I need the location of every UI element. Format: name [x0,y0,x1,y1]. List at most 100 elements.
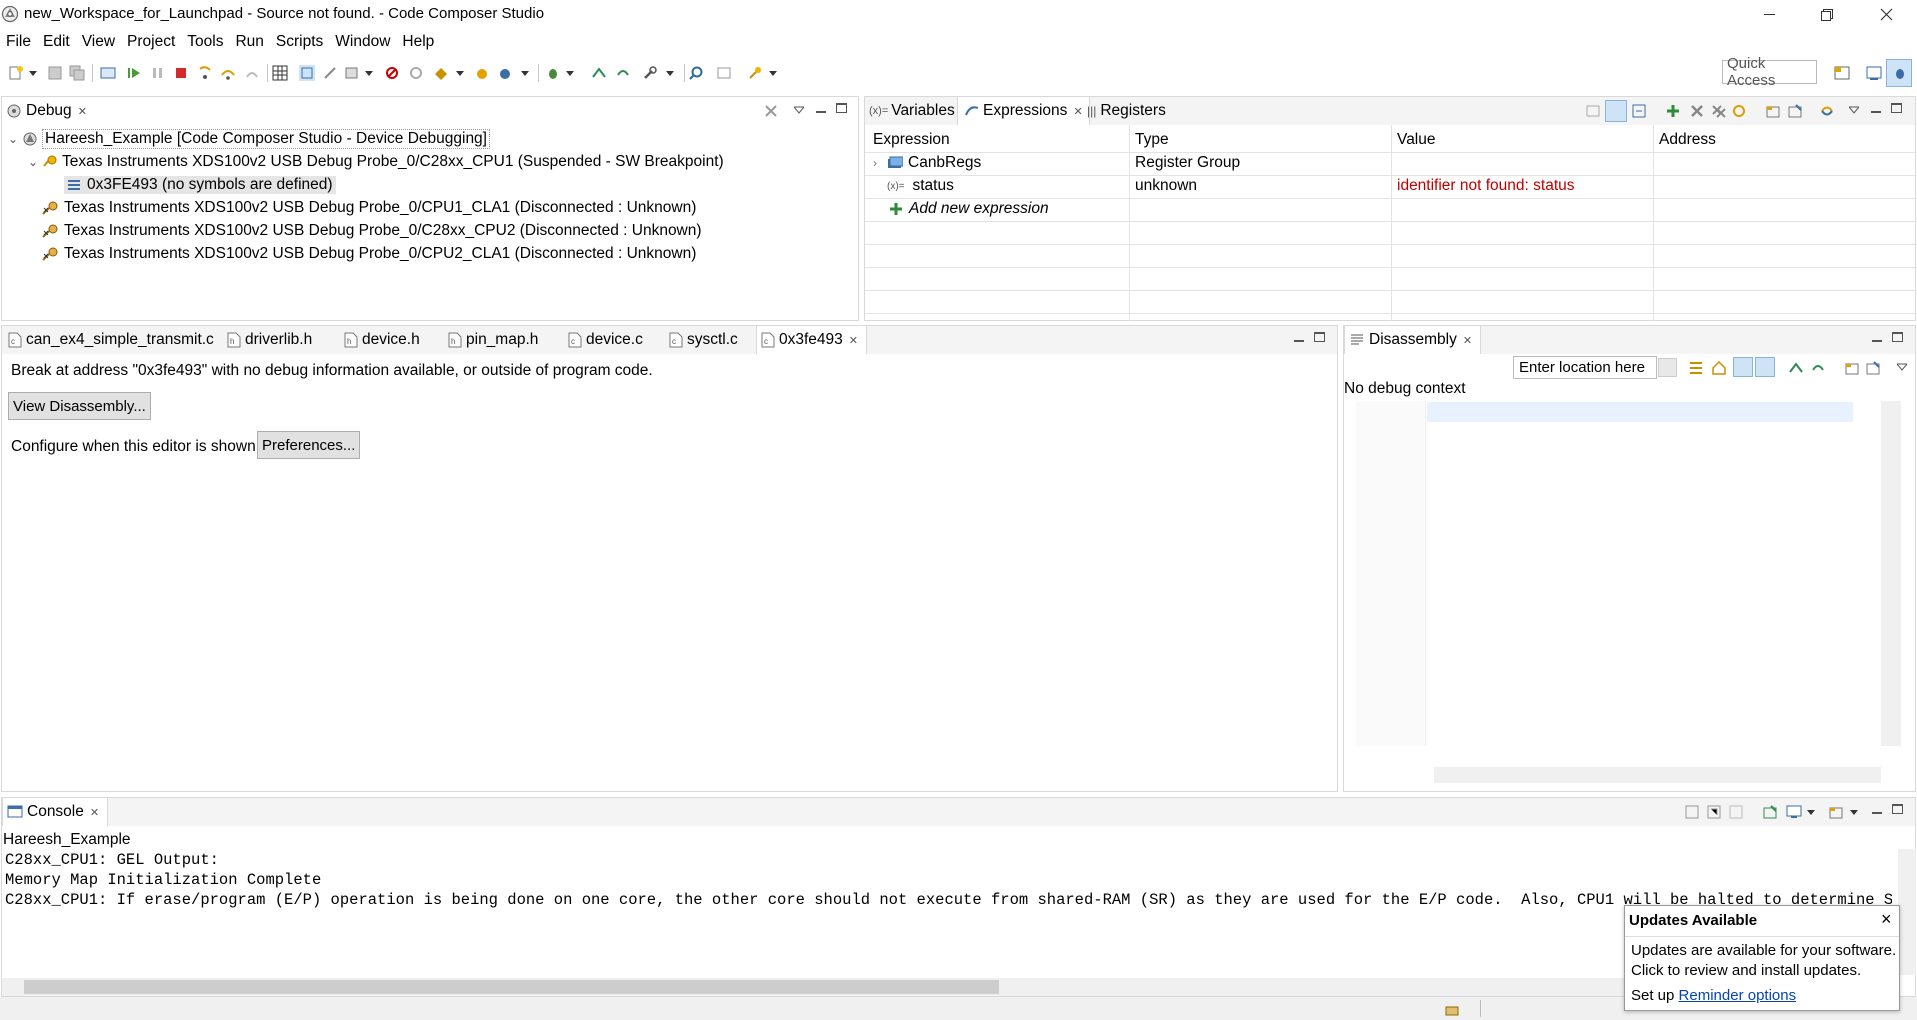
menu-tools[interactable]: Tools [181,33,229,51]
build-dropdown-caret[interactable] [456,71,464,76]
updates-body-line[interactable]: Updates are available for your software. [1631,942,1896,959]
remove-all-expressions-icon[interactable] [1711,103,1727,119]
scrollbar-thumb[interactable] [24,980,999,994]
restart-icon[interactable] [615,65,631,81]
step-into-disassembly-icon[interactable] [1788,360,1804,376]
new-view-icon[interactable] [1765,103,1781,119]
tab-sysctl-c[interactable]: c sysctl.c [669,326,738,354]
progress-icon[interactable] [1444,1001,1460,1017]
minimize-icon[interactable] [1871,103,1881,113]
display-console-dropdown-caret[interactable] [1807,810,1815,815]
skip-breakpoints-icon[interactable] [408,65,424,81]
build-icon[interactable] [433,65,449,81]
column-header-expression[interactable]: Expression [873,131,950,149]
terminate-icon[interactable] [173,65,189,81]
close-window-button[interactable] [1857,0,1915,29]
tools-dropdown-caret[interactable] [666,71,674,76]
tab-debug[interactable]: Debug ✕ [6,97,87,125]
expand-chevron-icon[interactable]: ⌄ [8,132,22,146]
pin-view-icon[interactable] [1865,360,1881,376]
continuous-refresh-icon[interactable] [1819,103,1835,119]
tree-item-session[interactable]: ⌄ Hareesh_Example [Code Composer Studio … [8,127,490,150]
flash-dropdown-caret[interactable] [521,71,529,76]
new-dropdown-caret[interactable] [29,71,37,76]
tab-device-h[interactable]: h device.h [344,326,420,354]
maximize-icon[interactable] [1892,804,1903,814]
close-tab-icon[interactable]: ✕ [78,105,87,118]
menu-project[interactable]: Project [121,33,181,51]
table-row[interactable]: › CanbRegs [873,154,981,172]
console-vertical-scrollbar[interactable] [1898,849,1916,975]
disassembly-content[interactable] [1356,401,1853,746]
console-horizontal-scrollbar[interactable] [2,978,1898,996]
view-menu-icon[interactable] [1849,105,1859,115]
maximize-icon[interactable] [1891,103,1902,113]
location-input[interactable]: Enter location here [1513,356,1657,379]
run-to-line-icon[interactable] [591,65,607,81]
add-new-expression[interactable]: Add new expression [889,200,1049,218]
step-return-icon[interactable] [244,65,260,81]
close-tab-icon[interactable]: ✕ [849,334,858,347]
horizontal-scrollbar[interactable] [1434,767,1881,783]
tab-registers[interactable]: ||| Registers [1087,97,1166,125]
tab-0x3fe493[interactable]: c 0x3fe493 ✕ [756,326,867,354]
maximize-icon[interactable] [836,103,847,113]
step-over-icon[interactable] [220,65,236,81]
show-type-names-icon[interactable] [1585,103,1601,119]
tools-icon[interactable] [642,65,658,81]
tab-variables[interactable]: (x)= Variables [869,97,955,125]
go-to-pc-icon[interactable] [1688,360,1704,376]
load-program-icon[interactable] [344,65,360,81]
cc-debug-perspective-button[interactable] [1886,59,1912,87]
tab-can-ex4-simple-transmit[interactable]: c can_ex4_simple_transmit.c [8,326,214,354]
flash-icon[interactable] [498,65,514,81]
view-menu-icon[interactable] [1897,362,1907,372]
vertical-scrollbar[interactable] [1881,401,1901,746]
add-expression-icon[interactable] [1665,103,1681,119]
pin-console-icon[interactable] [1762,804,1778,820]
pin-dropdown-caret[interactable] [769,71,777,76]
expand-chevron-icon[interactable]: ⌄ [28,155,42,169]
tab-driverlib-h[interactable]: h driverlib.h [227,326,312,354]
display-console-icon[interactable] [1786,804,1802,820]
menu-edit[interactable]: Edit [37,33,76,51]
memory-grid-icon[interactable] [272,65,288,81]
debug-view-icon[interactable] [100,65,116,81]
refresh-expressions-icon[interactable] [1731,103,1747,119]
tab-device-c[interactable]: c device.c [568,326,643,354]
tab-pin-map-h[interactable]: h pin_map.h [448,326,538,354]
column-header-type[interactable]: Type [1135,131,1169,149]
minimize-icon[interactable] [1872,804,1882,814]
show-source-button[interactable] [1755,357,1775,377]
tab-console[interactable]: Console ✕ [2,798,109,826]
refresh-disassembly-icon[interactable] [1810,360,1826,376]
close-popup-icon[interactable]: × [1881,909,1892,929]
tree-item-cla2[interactable]: Texas Instruments XDS100v2 USB Debug Pro… [42,242,696,265]
updates-body-line[interactable]: Click to review and install updates. [1631,962,1861,979]
cc-edit-perspective-icon[interactable] [1866,65,1882,81]
maximize-icon[interactable] [1314,332,1325,342]
pin-view-icon[interactable] [1787,103,1803,119]
open-console-icon[interactable] [1828,804,1844,820]
menu-help[interactable]: Help [396,33,440,51]
tree-item-stack-frame[interactable]: 0x3FE493 (no symbols are defined) [64,173,336,196]
menu-view[interactable]: View [76,33,121,51]
step-into-icon[interactable] [197,65,213,81]
expand-chevron-icon[interactable]: › [873,156,887,170]
pin-icon[interactable] [747,65,763,81]
suspend-icon[interactable] [150,65,166,81]
remove-all-terminated-icon[interactable] [763,103,779,119]
open-console-icon[interactable] [716,65,732,81]
home-icon[interactable] [1711,360,1727,376]
close-tab-icon[interactable]: ✕ [90,806,99,819]
table-row[interactable]: (x)= status [887,177,954,195]
minimize-icon[interactable] [1294,332,1304,342]
new-icon[interactable] [8,65,24,81]
tree-item-cpu2[interactable]: Texas Instruments XDS100v2 USB Debug Pro… [42,219,702,242]
search-icon[interactable] [688,65,704,81]
link-with-debug-button[interactable] [1733,357,1753,377]
view-menu-icon[interactable] [794,105,804,115]
instruction-stepping-icon[interactable] [299,65,315,81]
tab-disassembly[interactable]: Disassembly ✕ [1344,326,1482,354]
open-console-dropdown-caret[interactable] [1850,810,1858,815]
